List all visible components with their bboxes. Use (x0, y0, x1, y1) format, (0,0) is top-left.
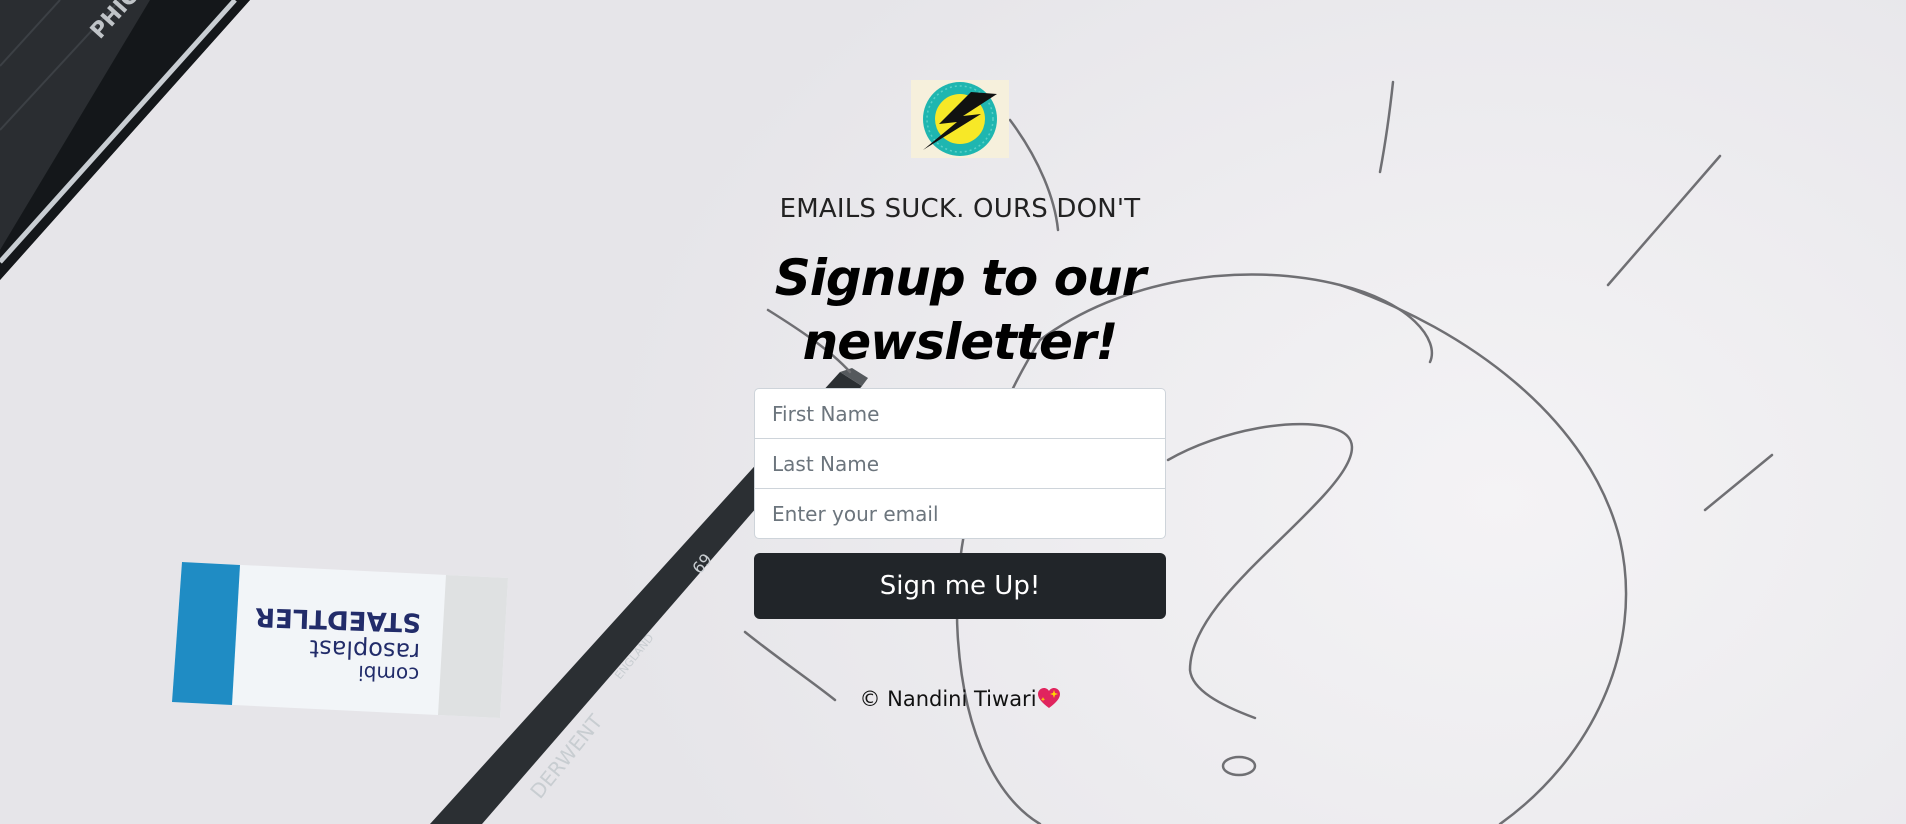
signup-button[interactable]: Sign me Up! (754, 553, 1166, 619)
footer: © Nandini Tiwari (754, 687, 1166, 711)
signup-form: EMAILS SUCK. OURS DON'T Signup to our ne… (754, 80, 1166, 711)
sparkling-heart-icon (1037, 688, 1060, 708)
lightning-bolt-icon (911, 80, 1009, 158)
copyright-text: © Nandini Tiwari (859, 687, 1037, 711)
tagline: EMAILS SUCK. OURS DON'T (779, 194, 1141, 224)
email-input[interactable] (754, 488, 1166, 539)
input-group (754, 388, 1166, 539)
page-title: Signup to our newsletter! (774, 249, 1147, 371)
last-name-input[interactable] (754, 438, 1166, 489)
pencils-top-left: PHIC (0, 0, 250, 280)
first-name-input[interactable] (754, 388, 1166, 439)
eraser: combi rasoplast STAEDTLER (172, 562, 508, 718)
svg-text:rasoplast: rasoplast (309, 634, 420, 666)
svg-text:STAEDTLER: STAEDTLER (255, 601, 422, 637)
